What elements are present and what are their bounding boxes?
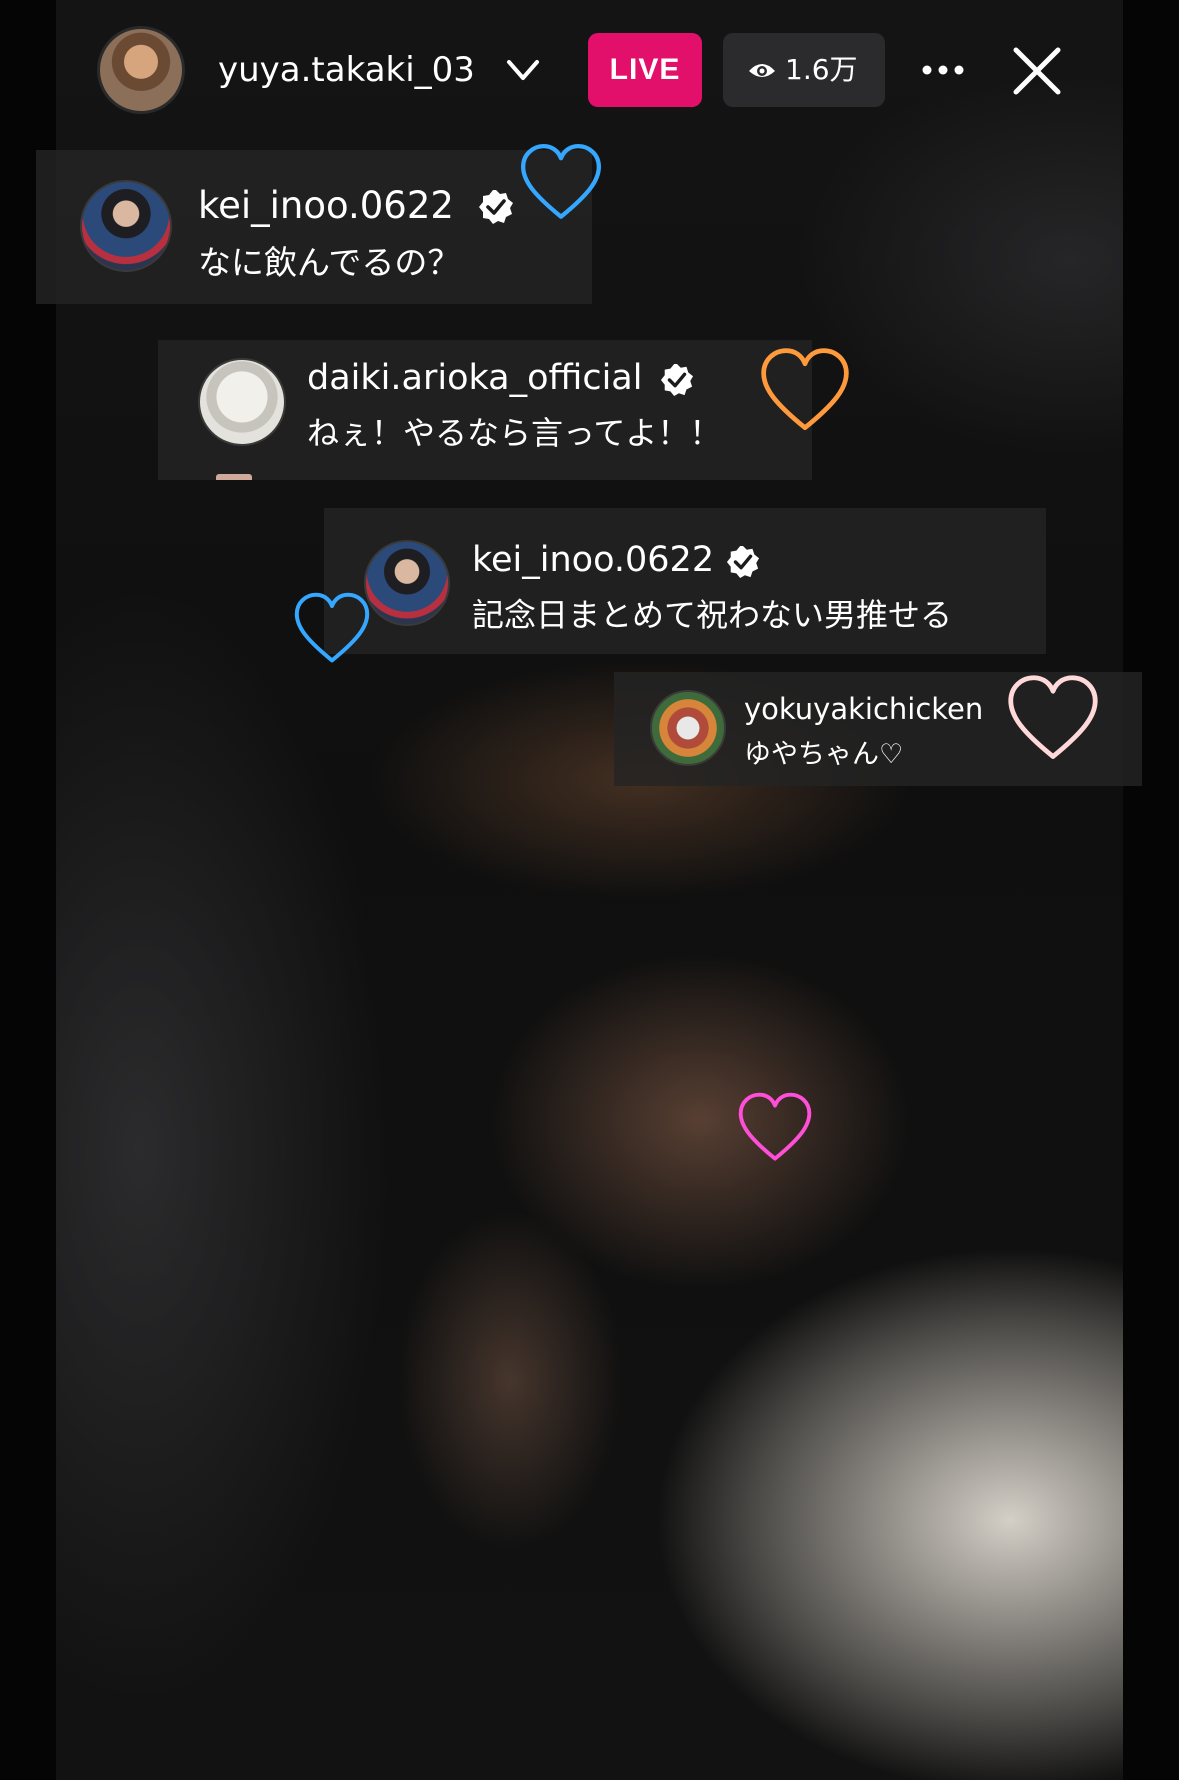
commenter-avatar[interactable] <box>650 690 726 766</box>
comment-text: なに飲んでるの？ <box>198 243 461 282</box>
comment-item[interactable]: kei_inoo.0622 記念日まとめて祝わない男推せる <box>324 508 1046 654</box>
viewer-count-pill[interactable]: 1.6万 <box>723 33 885 107</box>
comment-text: ゆやちゃん♡ <box>744 739 904 770</box>
verified-badge-icon <box>479 190 513 224</box>
heart-icon <box>521 144 601 219</box>
commenter-avatar[interactable] <box>364 540 450 626</box>
live-stream-view: yuya.takaki_03 LIVE 1.6万 kei_inoo.0622 な… <box>0 0 1179 1780</box>
verified-badge-icon <box>726 545 760 579</box>
commenter-username[interactable]: kei_inoo.0622 <box>472 540 714 580</box>
commenter-username[interactable]: yokuyakichicken <box>744 692 983 726</box>
viewer-count: 1.6万 <box>785 53 858 86</box>
comment-item[interactable]: daiki.arioka_official ねぇ！やるなら言ってよ！！ <box>158 340 812 480</box>
live-top-bar: yuya.takaki_03 LIVE 1.6万 <box>0 0 1179 140</box>
heart-icon <box>761 348 849 431</box>
more-options-icon[interactable] <box>918 50 968 90</box>
verified-badge-icon <box>660 363 694 397</box>
heart-icon <box>738 1092 812 1161</box>
comment-text: ねぇ！やるなら言ってよ！！ <box>307 414 722 452</box>
commenter-avatar[interactable] <box>198 358 286 446</box>
eye-icon <box>749 64 775 77</box>
heart-icon <box>294 592 370 663</box>
comment-item[interactable]: kei_inoo.0622 なに飲んでるの？ <box>36 150 592 304</box>
commenter-username[interactable]: kei_inoo.0622 <box>198 184 454 227</box>
heart-icon <box>1008 675 1098 759</box>
video-frame-right-edge <box>1123 0 1179 1780</box>
commenter-avatar[interactable] <box>80 180 172 272</box>
host-username[interactable]: yuya.takaki_03 <box>218 48 490 92</box>
live-badge: LIVE <box>588 33 702 107</box>
host-avatar[interactable] <box>97 26 185 114</box>
commenter-username[interactable]: daiki.arioka_official <box>307 358 642 398</box>
chevron-down-icon[interactable] <box>505 56 541 84</box>
close-icon[interactable] <box>1010 44 1064 98</box>
comment-text: 記念日まとめて祝わない男推せる <box>472 596 953 634</box>
next-avatar-peek <box>216 474 252 480</box>
